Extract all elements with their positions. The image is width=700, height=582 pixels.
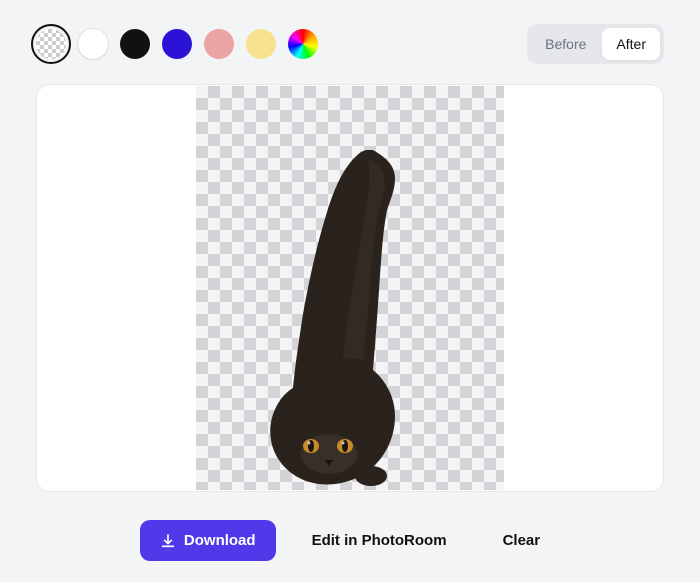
swatch-rainbow-picker[interactable] [288,29,318,59]
swatch-blue[interactable] [162,29,192,59]
clear-label: Clear [503,532,541,549]
result-canvas [36,84,664,492]
action-bar: Download Edit in PhotoRoom Clear [36,520,664,561]
download-label: Download [184,532,256,549]
transparent-background [196,86,504,490]
after-toggle[interactable]: After [602,28,660,60]
swatch-transparent[interactable] [36,29,66,59]
subject-image [245,150,455,490]
swatch-white[interactable] [78,29,108,59]
edit-label: Edit in PhotoRoom [312,532,447,549]
download-button[interactable]: Download [140,520,276,561]
swatch-black[interactable] [120,29,150,59]
clear-button[interactable]: Clear [483,520,561,561]
before-toggle[interactable]: Before [531,28,600,60]
before-after-toggle: Before After [527,24,664,64]
swatch-yellow[interactable] [246,29,276,59]
edit-in-photoroom-button[interactable]: Edit in PhotoRoom [292,520,467,561]
swatch-pink[interactable] [204,29,234,59]
background-swatch-row [36,29,318,59]
download-icon [160,533,176,549]
